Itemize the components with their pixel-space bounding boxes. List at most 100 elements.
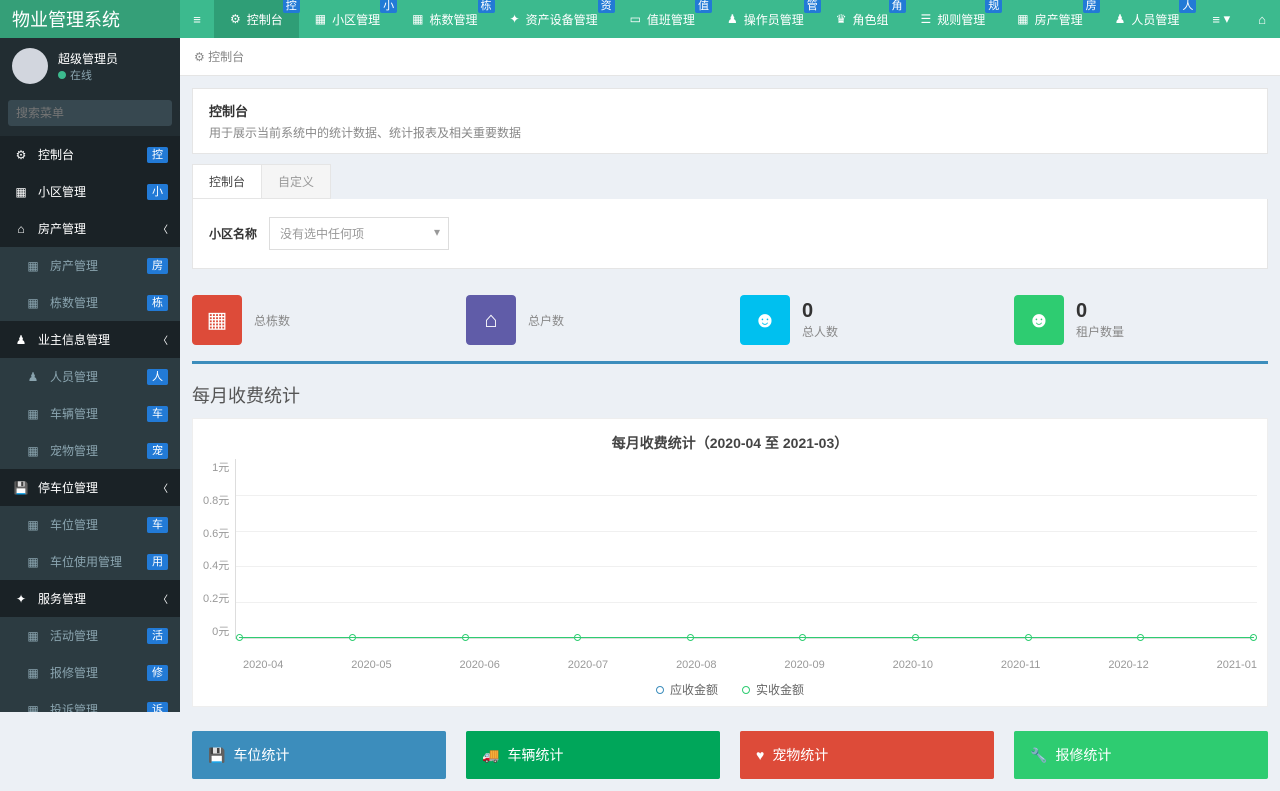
tab-badge: 角 bbox=[889, 0, 906, 13]
menu-badge: 活 bbox=[147, 628, 168, 644]
tab-icon bbox=[412, 12, 423, 26]
chart-point bbox=[1137, 634, 1144, 641]
card-icon bbox=[756, 747, 764, 763]
stat-card[interactable]: 车辆统计 bbox=[466, 731, 720, 779]
tab-custom[interactable]: 自定义 bbox=[262, 164, 331, 199]
filters: 小区名称 没有选中任何项 bbox=[192, 199, 1268, 269]
avatar[interactable] bbox=[12, 48, 48, 84]
info-label: 总户数 bbox=[528, 312, 564, 329]
top-home[interactable] bbox=[1244, 0, 1280, 38]
top-right: ▾ bbox=[1198, 0, 1280, 38]
legend-actual[interactable]: 实收金额 bbox=[742, 681, 804, 698]
xtick: 2020-06 bbox=[460, 659, 500, 671]
menu-icon bbox=[12, 481, 30, 495]
top-tabs: 控制台控小区管理小栋数管理栋资产设备管理资值班管理值操作员管理管角色组角规则管理… bbox=[214, 0, 1198, 38]
legend-receivable[interactable]: 应收金额 bbox=[656, 681, 718, 698]
menu-label: 人员管理 bbox=[50, 368, 98, 385]
sidebar-item[interactable]: 宠物管理宠 bbox=[0, 432, 180, 469]
top-tab[interactable]: 控制台控 bbox=[214, 0, 299, 38]
menu-icon bbox=[12, 185, 30, 199]
card-icon bbox=[1030, 747, 1047, 764]
top-tab[interactable]: 房产管理房 bbox=[1001, 0, 1098, 38]
ytick: 0.6元 bbox=[203, 525, 229, 541]
menu-icon bbox=[12, 592, 30, 606]
menu-badge: 诉 bbox=[147, 702, 168, 713]
menu-label: 业主信息管理 bbox=[38, 331, 110, 348]
menu-badge: 房 bbox=[147, 258, 168, 274]
tab-badge: 规 bbox=[985, 0, 1002, 13]
tab-label: 角色组 bbox=[852, 11, 888, 28]
tab-dashboard[interactable]: 控制台 bbox=[192, 164, 262, 199]
menu-icon bbox=[24, 629, 42, 643]
sidebar-item[interactable]: 业主信息管理〈 bbox=[0, 321, 180, 358]
sidebar-item[interactable]: 车辆管理车 bbox=[0, 395, 180, 432]
top-menu-more[interactable]: ▾ bbox=[1198, 0, 1244, 38]
tab-icon bbox=[921, 12, 932, 26]
community-select[interactable]: 没有选中任何项 bbox=[269, 217, 449, 250]
card-label: 报修统计 bbox=[1055, 745, 1111, 765]
sidebar-item[interactable]: 小区管理小 bbox=[0, 173, 180, 210]
user-name: 超级管理员 bbox=[58, 50, 118, 67]
menu-badge: 控 bbox=[147, 147, 168, 163]
tab-label: 值班管理 bbox=[647, 11, 695, 28]
tab-badge: 管 bbox=[804, 0, 821, 13]
sidebar-item[interactable]: 投诉管理诉 bbox=[0, 691, 180, 712]
sidebar-item[interactable]: 车位管理车 bbox=[0, 506, 180, 543]
xtick: 2020-12 bbox=[1108, 659, 1148, 671]
stat-card[interactable]: 宠物统计 bbox=[740, 731, 994, 779]
sidebar-item[interactable]: 报修管理修 bbox=[0, 654, 180, 691]
sidebar-item[interactable]: 控制台 控 bbox=[0, 136, 180, 173]
chart-point bbox=[574, 634, 581, 641]
top-tab[interactable]: 角色组角 bbox=[820, 0, 905, 38]
tab-icon bbox=[315, 12, 326, 26]
search-button[interactable] bbox=[179, 100, 180, 126]
sidebar-item[interactable]: 房产管理房 bbox=[0, 247, 180, 284]
menu-icon bbox=[24, 666, 42, 680]
xtick: 2020-05 bbox=[351, 659, 391, 671]
sidebar-toggle[interactable] bbox=[180, 0, 214, 38]
sidebar-item[interactable]: 活动管理 活 bbox=[0, 617, 180, 654]
menu-icon bbox=[24, 518, 42, 532]
search-icon bbox=[179, 105, 180, 121]
tab-badge: 房 bbox=[1083, 0, 1100, 13]
brand[interactable]: 物业管理系统 bbox=[0, 0, 180, 38]
menu-label: 服务管理 bbox=[38, 590, 86, 607]
top-tab[interactable]: 人员管理人 bbox=[1099, 0, 1196, 38]
top-header: 物业管理系统 控制台控小区管理小栋数管理栋资产设备管理资值班管理值操作员管理管角… bbox=[0, 0, 1280, 38]
chart-point bbox=[1250, 634, 1257, 641]
sidebar-item[interactable]: 车位使用管理用 bbox=[0, 543, 180, 580]
tab-icon bbox=[1115, 12, 1126, 26]
xtick: 2020-08 bbox=[676, 659, 716, 671]
tab-icon bbox=[230, 12, 241, 26]
top-tab[interactable]: 操作员管理管 bbox=[711, 0, 820, 38]
menu-label: 车位使用管理 bbox=[50, 553, 122, 570]
menu-label: 活动管理 bbox=[50, 627, 98, 644]
menu-icon bbox=[12, 148, 30, 162]
top-tab[interactable]: 小区管理小 bbox=[299, 0, 396, 38]
search-input[interactable] bbox=[8, 100, 179, 126]
tab-badge: 人 bbox=[1179, 0, 1196, 13]
menu-label: 控制台 bbox=[38, 146, 74, 163]
sidebar-item[interactable]: 停车位管理〈 bbox=[0, 469, 180, 506]
info-label: 租户数量 bbox=[1076, 323, 1124, 340]
top-tab[interactable]: 规则管理规 bbox=[905, 0, 1002, 38]
top-tab[interactable]: 值班管理值 bbox=[614, 0, 711, 38]
tab-label: 小区管理 bbox=[332, 11, 380, 28]
xtick: 2020-04 bbox=[243, 659, 283, 671]
content: ⚙ 控制台 控制台 用于展示当前系统中的统计数据、统计报表及相关重要数据 控制台… bbox=[180, 38, 1280, 779]
chart-legend: 应收金额 实收金额 bbox=[203, 681, 1257, 698]
legend-swatch-icon bbox=[742, 686, 750, 694]
sidebar-item[interactable]: 人员管理人 bbox=[0, 358, 180, 395]
sidebar-item[interactable]: 服务管理〈 bbox=[0, 580, 180, 617]
stat-card[interactable]: 车位统计 bbox=[192, 731, 446, 779]
tab-label: 规则管理 bbox=[937, 11, 985, 28]
sidebar-item[interactable]: 栋数管理栋 bbox=[0, 284, 180, 321]
chart-box: 每月收费统计（2020-04 至 2021-03） 1元0.8元0.6元0.4元… bbox=[192, 418, 1268, 707]
sidebar-item[interactable]: 房产管理〈 bbox=[0, 210, 180, 247]
stat-card[interactable]: 报修统计 bbox=[1014, 731, 1268, 779]
top-tab[interactable]: 栋数管理栋 bbox=[396, 0, 493, 38]
card-icon bbox=[208, 747, 225, 764]
top-tab[interactable]: 资产设备管理资 bbox=[494, 0, 614, 38]
menu-label: 房产管理 bbox=[38, 220, 86, 237]
tab-label: 控制台 bbox=[247, 11, 283, 28]
